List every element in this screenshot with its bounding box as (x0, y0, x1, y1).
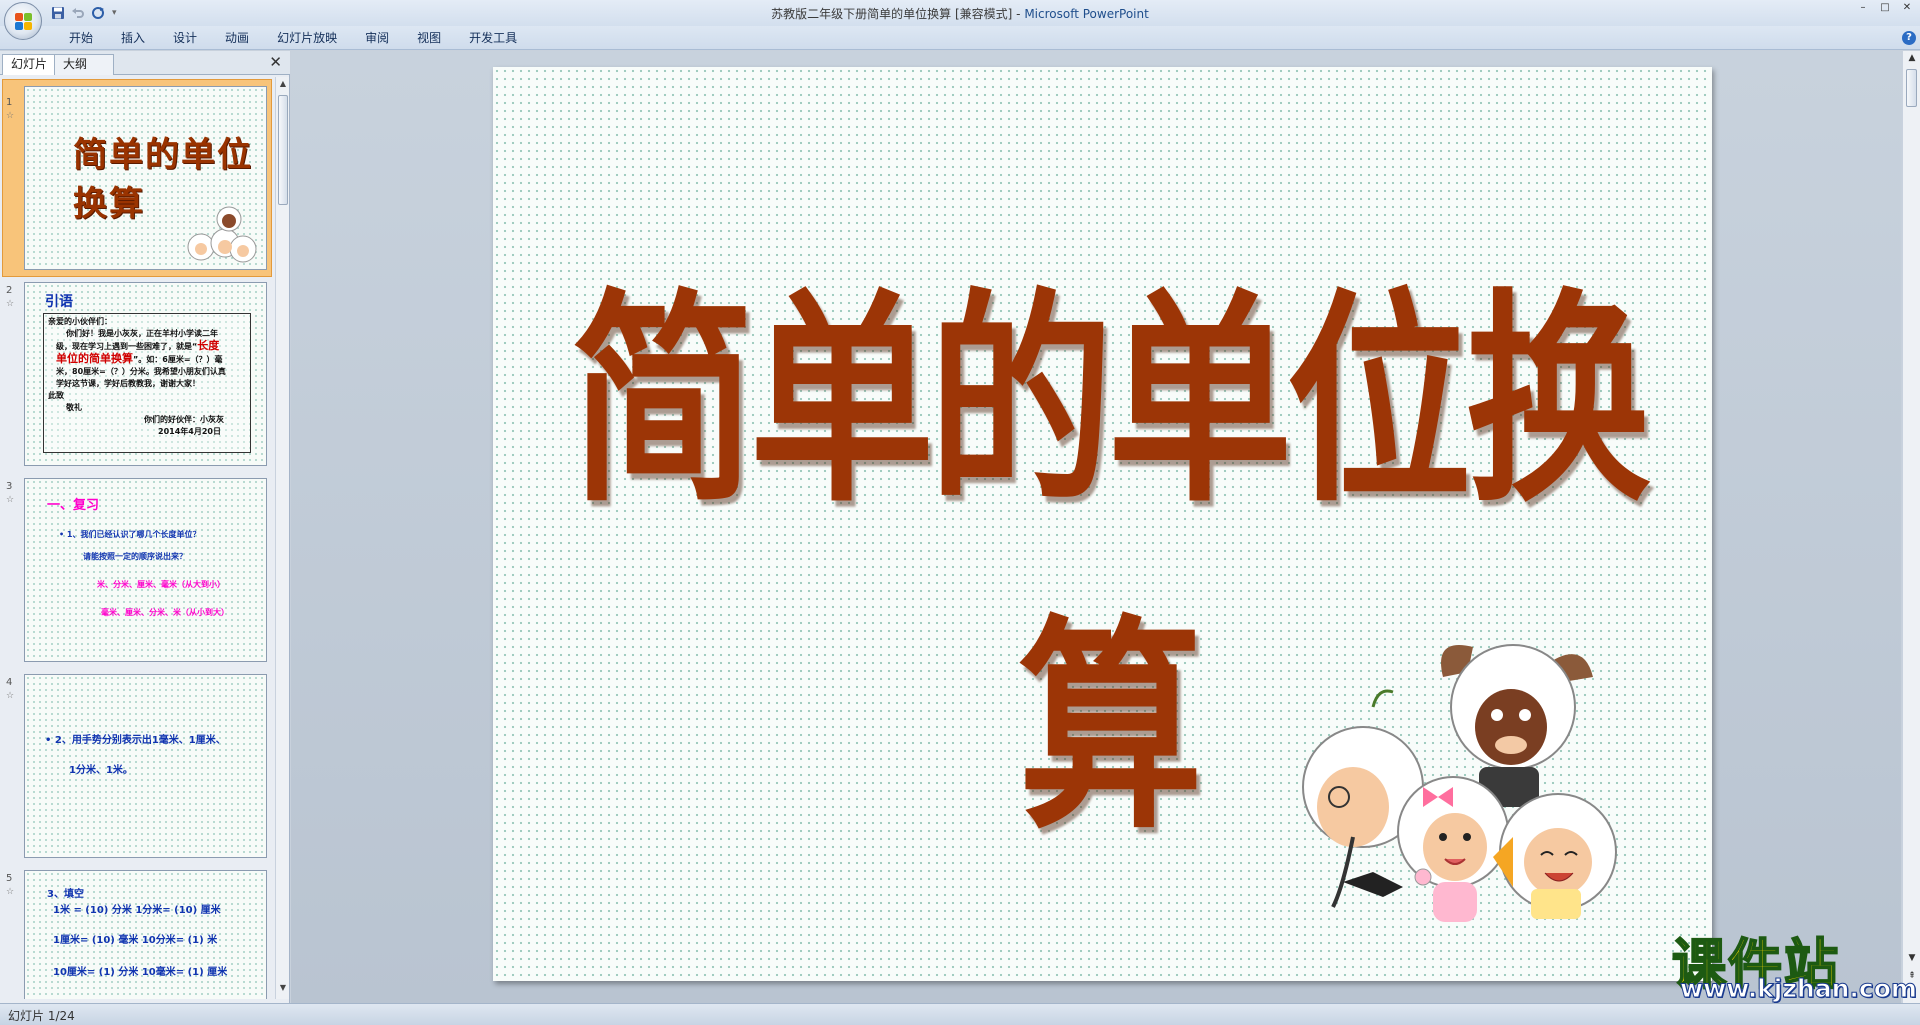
ribbon-tabs: 开始 插入 设计 动画 幻灯片放映 审阅 视图 开发工具 (55, 30, 531, 46)
tab-animations[interactable]: 动画 (211, 30, 263, 46)
scroll-thumb[interactable] (278, 95, 288, 205)
thumb-line: 请能按照一定的顺序说出来？ (83, 552, 187, 561)
tab-slideshow[interactable]: 幻灯片放映 (263, 30, 351, 46)
slide-number: 4 (6, 677, 13, 688)
slide-thumbnail-5[interactable]: 3、填空 1米 = (10) 分米 1分米= (10) 厘米 1厘米= (10)… (24, 870, 267, 999)
scroll-up-icon[interactable]: ▲ (276, 79, 290, 93)
cartoon-sheep-image (1302, 644, 1617, 922)
tab-slides[interactable]: 幻灯片 (2, 54, 57, 75)
slide-thumbnail-4[interactable]: • 2、用手势分别表示出1毫米、1厘米、 1分米、1米。 (24, 674, 267, 858)
slide-counter: 幻灯片 1/24 (8, 1009, 75, 1023)
transition-star-icon: ☆ (6, 887, 15, 897)
thumb-line: 10厘米= (1) 分米 10毫米= (1) 厘米 (53, 967, 228, 978)
tab-view[interactable]: 视图 (403, 30, 455, 46)
thumb-heading: 引语 (45, 294, 73, 310)
maximize-button[interactable]: □ (1874, 0, 1896, 14)
transition-star-icon: ☆ (6, 691, 15, 701)
letter-line: 亲爱的小伙伴们： (48, 317, 112, 326)
sheep-characters-image (187, 206, 257, 263)
panel-tabs: 幻灯片 大纲 ✕ (0, 51, 290, 75)
current-slide[interactable]: 简单的单位换算 (493, 67, 1712, 981)
document-name: 苏教版二年级下册简单的单位换算 [兼容模式] (771, 7, 1013, 21)
status-bar: 幻灯片 1/24 (0, 1003, 1920, 1025)
thumb-line: • 2、用手势分别表示出1毫米、1厘米、 (45, 735, 226, 746)
transition-star-icon: ☆ (6, 299, 15, 309)
slide-number: 5 (6, 873, 13, 884)
thumb-line: 1分米、1米。 (69, 765, 133, 776)
scroll-thumb[interactable] (1906, 69, 1917, 107)
tab-outline[interactable]: 大纲 (54, 54, 114, 75)
slides-panel: 幻灯片 大纲 ✕ 1 ☆ 简单的单位换算 2 ☆ 引语 亲爱的小伙伴们： 你们好… (0, 51, 290, 1003)
letter-line: 此致 (48, 391, 64, 400)
title-bar: ▾ 苏教版二年级下册简单的单位换算 [兼容模式] - Microsoft Pow… (0, 0, 1920, 40)
slide-number: 3 (6, 481, 13, 492)
thumb-line: 1米 = (10) 分米 1分米= (10) 厘米 (53, 905, 221, 916)
thumb-line: 米、分米、厘米、毫米（从大到小） (97, 580, 225, 589)
close-button[interactable]: ✕ (1896, 0, 1918, 14)
slide-thumbnail-1[interactable]: 简单的单位换算 (24, 86, 267, 270)
ribbon: 开始 插入 设计 动画 幻灯片放映 审阅 视图 开发工具 ? (0, 26, 1920, 50)
watermark-logo: 课件站 www.kjzhan.com (1668, 920, 1920, 1005)
close-icon[interactable]: ✕ (269, 53, 282, 71)
slide-thumbnail-2[interactable]: 引语 亲爱的小伙伴们： 你们好！我是小灰灰，正在羊村小学读二年 级，现在学习上遇… (24, 282, 267, 466)
window-title: 苏教版二年级下册简单的单位换算 [兼容模式] - Microsoft Power… (771, 7, 1149, 21)
window-controls: – □ ✕ (1852, 0, 1918, 14)
letter-line: 敬礼 (66, 403, 82, 412)
letter-line: ”。如：6厘米=（？）毫 (133, 355, 223, 364)
thumb-line: 1厘米= (10) 毫米 10分米= (1) 米 (53, 935, 218, 946)
slide-number: 1 (6, 97, 13, 108)
tab-home[interactable]: 开始 (55, 30, 107, 46)
letter-date: 2014年4月20日 (158, 427, 221, 436)
thumbnail-list: 1 ☆ 简单的单位换算 2 ☆ 引语 亲爱的小伙伴们： 你们好！我是小灰灰，正在… (0, 77, 276, 999)
letter-highlight: 单位的简单换算 (56, 352, 133, 365)
thumb-line: 毫米、厘米、分米、米（从小到大） (101, 608, 229, 617)
panel-scrollbar[interactable]: ▲ ▼ (275, 77, 289, 999)
letter-signature: 你们的好伙伴：小灰灰 (144, 415, 224, 424)
slide-thumbnail-3[interactable]: 一、复习 • 1、我们已经认识了哪几个长度单位？ 请能按照一定的顺序说出来？ 米… (24, 478, 267, 662)
thumb-line: • 1、我们已经认识了哪几个长度单位？ (59, 530, 201, 539)
scroll-up-icon[interactable]: ▲ (1903, 53, 1920, 63)
letter-box: 亲爱的小伙伴们： 你们好！我是小灰灰，正在羊村小学读二年 级，现在学习上遇到一些… (43, 313, 251, 453)
office-logo-icon (15, 13, 32, 30)
watermark-url: www.kjzhan.com (1680, 974, 1918, 1004)
letter-highlight: 长度 (197, 339, 220, 352)
tab-developer[interactable]: 开发工具 (455, 30, 531, 46)
minimize-button[interactable]: – (1852, 0, 1874, 14)
help-icon[interactable]: ? (1902, 31, 1916, 45)
tab-review[interactable]: 审阅 (351, 30, 403, 46)
tab-insert[interactable]: 插入 (107, 30, 159, 46)
letter-line: 学好这节课，学好后教教我，谢谢大家！ (56, 379, 200, 388)
slide-scrollbar[interactable]: ▲ ▼ ⇞ ⇟ (1902, 51, 1920, 1003)
letter-line: 米，80厘米=（？）分米。我希望小朋友们认真 (56, 367, 226, 376)
transition-star-icon: ☆ (6, 495, 15, 505)
tab-design[interactable]: 设计 (159, 30, 211, 46)
transition-star-icon: ☆ (6, 111, 15, 121)
app-name: Microsoft PowerPoint (1024, 7, 1149, 21)
letter-line: 级，现在学习上遇到一些困难了，就是“ (56, 342, 198, 351)
slide-number: 2 (6, 285, 13, 296)
scroll-down-icon[interactable]: ▼ (276, 983, 290, 997)
thumb-line: 3、填空 (47, 889, 84, 900)
office-button[interactable] (4, 2, 42, 40)
thumb-heading: 一、复习 (47, 498, 100, 513)
